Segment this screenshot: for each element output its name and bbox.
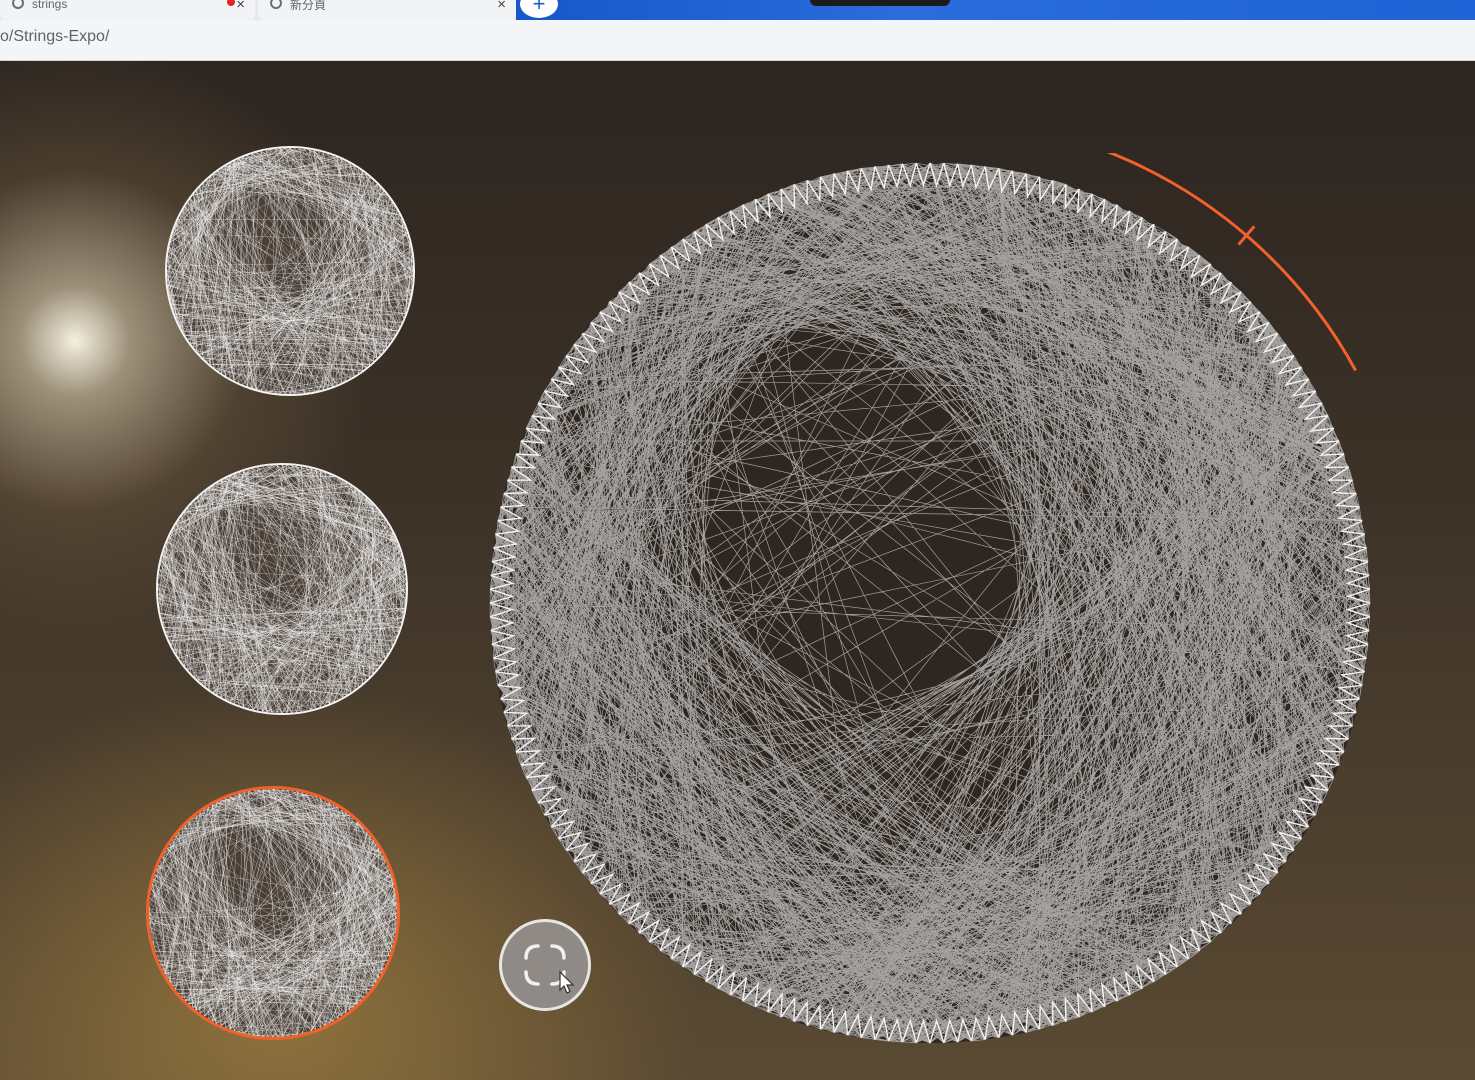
screen-share-bar [516,0,1475,20]
tab-favicon-icon [270,0,282,9]
thumbnail-2-artwork [158,465,406,713]
thumbnail-3-artwork [149,789,397,1037]
tab-label: strings [32,0,68,11]
string-art-thumbnail-1[interactable] [165,146,415,396]
string-art-portrait [489,153,1371,1044]
thumbnail-1-artwork [167,148,413,394]
screen-share-notch [810,0,950,6]
string-art-thumbnail-3-selected[interactable] [146,786,400,1040]
tab-strings[interactable]: strings × [0,0,255,20]
tab-close-icon[interactable]: × [236,0,245,13]
fullscreen-button[interactable] [499,919,591,1011]
fullscreen-icon [524,944,575,994]
thread-lines [489,162,1371,1044]
string-art-thumbnail-2[interactable] [156,463,408,715]
recording-dot-icon [227,0,235,6]
tab-new-tab[interactable]: 新分頁 × [258,0,516,20]
browser-window: strings × 新分頁 × + o/Strings-Expo/ [0,0,1475,1080]
tab-label: 新分頁 [290,0,327,12]
tab-favicon-icon [12,0,24,9]
tab-close-icon[interactable]: × [497,0,506,13]
url-text[interactable]: o/Strings-Expo/ [0,28,109,46]
strings-expo-page [0,61,1475,1080]
address-bar[interactable]: o/Strings-Expo/ [0,20,1475,61]
tab-bar: strings × 新分頁 × + [0,0,1475,20]
cursor-icon [559,970,575,994]
